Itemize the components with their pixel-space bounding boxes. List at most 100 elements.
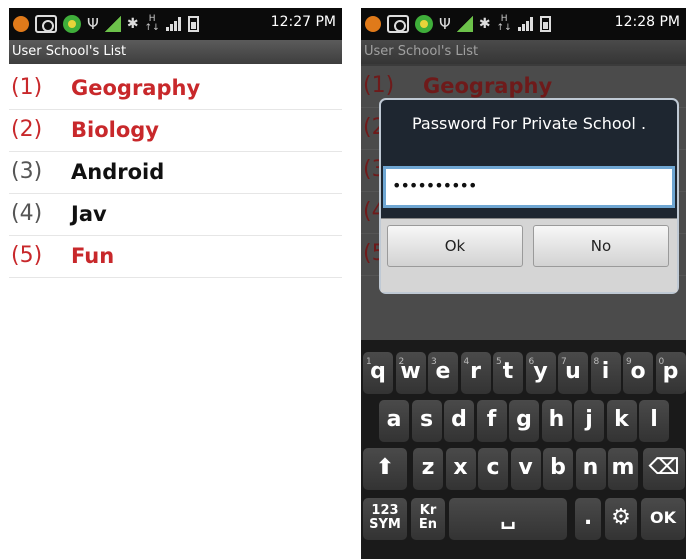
key-t[interactable]: 5t bbox=[493, 352, 523, 394]
item-index: (2) bbox=[11, 117, 43, 142]
item-index: (1) bbox=[11, 75, 43, 100]
key-label: q bbox=[370, 359, 386, 384]
dialog-title: Password For Private School . bbox=[411, 114, 647, 133]
ok-button[interactable]: Ok bbox=[387, 225, 523, 267]
key-label: s bbox=[419, 407, 434, 432]
key-m[interactable]: m bbox=[608, 448, 638, 490]
password-input[interactable]: •••••••••• bbox=[383, 166, 675, 208]
status-time: 12:27 PM bbox=[270, 14, 336, 30]
page-title: User School's List bbox=[12, 44, 127, 59]
app-notification-icon bbox=[415, 15, 433, 33]
key-s[interactable]: s bbox=[411, 400, 442, 442]
key-h[interactable]: h bbox=[541, 400, 572, 442]
key-p[interactable]: 0p bbox=[655, 352, 686, 394]
language-key[interactable]: Kr En bbox=[411, 498, 445, 540]
key-label: b bbox=[550, 455, 566, 480]
key-label: f bbox=[486, 407, 497, 432]
backspace-key[interactable]: ⌫ bbox=[643, 448, 685, 490]
key-hint: 4 bbox=[463, 357, 470, 367]
key-o[interactable]: 9o bbox=[623, 352, 653, 394]
key-hint: 5 bbox=[496, 357, 502, 367]
key-y[interactable]: 6y bbox=[525, 352, 556, 394]
key-e[interactable]: 3e bbox=[428, 352, 458, 394]
camera-icon bbox=[387, 15, 409, 33]
key-label: x bbox=[453, 455, 468, 480]
list-item[interactable]: (3) Android bbox=[9, 152, 342, 194]
list-item[interactable]: (1) Geography bbox=[9, 68, 342, 110]
space-key[interactable]: ␣ bbox=[449, 498, 567, 540]
camera-icon bbox=[35, 15, 57, 33]
key-label: l bbox=[650, 407, 658, 432]
key-l[interactable]: l bbox=[639, 400, 669, 442]
key-w[interactable]: 2w bbox=[395, 352, 426, 394]
item-name: Android bbox=[71, 160, 165, 184]
bluetooth-icon: ✱ bbox=[126, 16, 139, 32]
key-hint: 1 bbox=[366, 357, 372, 367]
key-x[interactable]: x bbox=[445, 448, 476, 490]
key-b[interactable]: b bbox=[543, 448, 573, 490]
period-key[interactable]: . bbox=[575, 498, 601, 540]
bluetooth-icon: ✱ bbox=[478, 16, 491, 32]
key-u[interactable]: 7u bbox=[558, 352, 588, 394]
battery-icon bbox=[539, 16, 551, 32]
key-f[interactable]: f bbox=[476, 400, 507, 442]
network-type-icon: H ↑↓ bbox=[144, 14, 160, 33]
key-a[interactable]: a bbox=[379, 400, 409, 442]
soft-keyboard: 1 q 2 w 3 e 4 r 5 t 6 y 7 u 8 i 9 o 0 p a s d f g h j k l ⬆ z x c v b n m ⌫ 12… bbox=[361, 340, 686, 559]
key-r[interactable]: 4r bbox=[460, 352, 491, 394]
key-label: y bbox=[533, 359, 548, 384]
notification-icon bbox=[365, 16, 381, 32]
cell-signal-icon bbox=[517, 17, 534, 31]
key-v[interactable]: v bbox=[510, 448, 541, 490]
signal-icon bbox=[104, 16, 121, 32]
key-c[interactable]: c bbox=[478, 448, 508, 490]
key-label: . bbox=[583, 505, 593, 530]
notification-icon bbox=[13, 16, 29, 32]
status-time: 12:28 PM bbox=[614, 14, 680, 30]
title-bar: User School's List bbox=[9, 40, 342, 64]
battery-icon bbox=[187, 16, 199, 32]
settings-key[interactable]: ⚙ bbox=[605, 498, 637, 540]
item-name: Fun bbox=[71, 244, 115, 268]
key-label: p bbox=[662, 359, 679, 384]
signal-icon bbox=[456, 16, 473, 32]
key-label: k bbox=[614, 407, 629, 432]
key-label: Kr En bbox=[418, 503, 438, 532]
key-n[interactable]: n bbox=[575, 448, 606, 490]
shift-key[interactable]: ⬆ bbox=[363, 448, 407, 490]
key-i[interactable]: 8i bbox=[590, 352, 621, 394]
key-label: ⚙ bbox=[611, 505, 631, 530]
dialog-button-bar: Ok No bbox=[381, 218, 677, 292]
key-hint: 2 bbox=[398, 357, 405, 367]
ok-key[interactable]: OK bbox=[641, 498, 685, 540]
key-label: e bbox=[435, 359, 451, 384]
list-item[interactable]: (5) Fun bbox=[9, 236, 342, 278]
key-d[interactable]: d bbox=[444, 400, 474, 442]
key-label: g bbox=[516, 407, 532, 432]
title-bar: User School's List bbox=[361, 40, 686, 64]
key-label: 123 SYM bbox=[369, 503, 401, 532]
list-item[interactable]: (2) Biology bbox=[9, 110, 342, 152]
key-hint: 7 bbox=[561, 357, 567, 367]
key-z[interactable]: z bbox=[413, 448, 443, 490]
symbols-key[interactable]: 123 SYM bbox=[363, 498, 407, 540]
list-item[interactable]: (4) Jav bbox=[9, 194, 342, 236]
usb-icon: Ψ bbox=[87, 15, 99, 33]
key-label: n bbox=[582, 455, 599, 480]
key-g[interactable]: g bbox=[509, 400, 539, 442]
cell-signal-icon bbox=[165, 17, 182, 31]
key-hint: 8 bbox=[593, 357, 600, 367]
key-k[interactable]: k bbox=[606, 400, 637, 442]
no-button[interactable]: No bbox=[533, 225, 669, 267]
key-label: o bbox=[630, 359, 646, 384]
key-j[interactable]: j bbox=[574, 400, 604, 442]
password-value: •••••••••• bbox=[392, 176, 477, 195]
key-hint: 6 bbox=[528, 357, 535, 367]
school-list: (1) Geography (2) Biology (3) Android (4… bbox=[9, 68, 342, 278]
key-label: u bbox=[565, 359, 581, 384]
key-q[interactable]: 1q bbox=[363, 352, 393, 394]
key-label: h bbox=[548, 407, 565, 432]
item-name: Geography bbox=[423, 74, 553, 98]
key-label: v bbox=[518, 455, 533, 480]
key-label: j bbox=[585, 407, 593, 432]
